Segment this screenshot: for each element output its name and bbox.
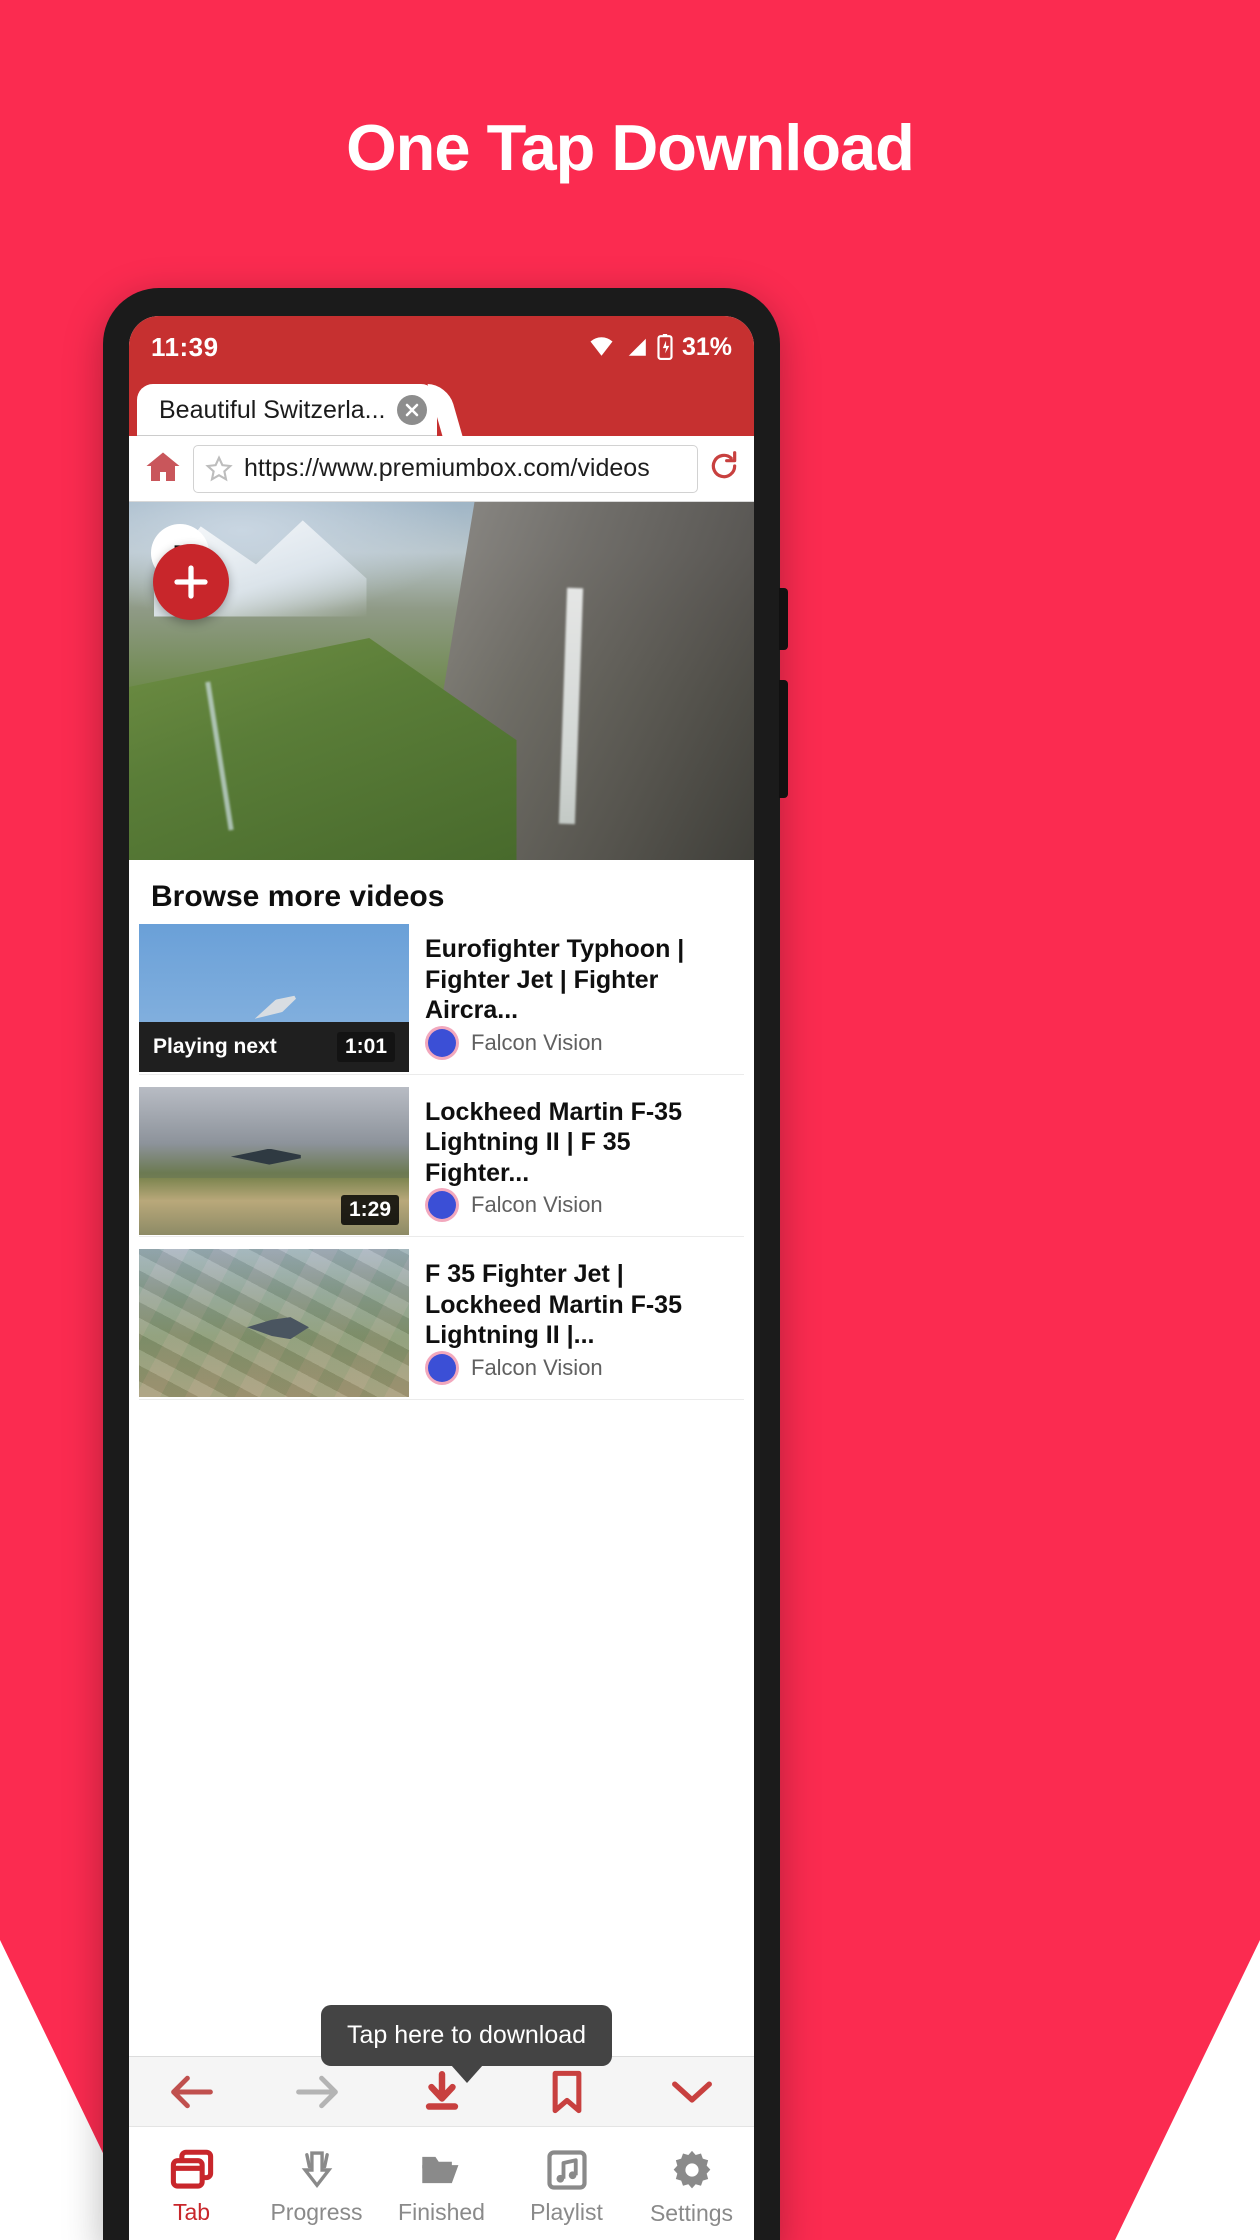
channel-name: Falcon Vision	[471, 1192, 603, 1217]
tabs-icon	[170, 2149, 213, 2189]
sidebar-item-label: Settings	[649, 2200, 734, 2226]
browse-heading: Browse more videos	[129, 860, 754, 924]
sidebar-item-tab[interactable]: Tab	[129, 2127, 254, 2240]
phone-screen: 11:39 31% Beautiful Switzerla... https:/…	[129, 316, 754, 2240]
status-time: 11:39	[151, 331, 219, 362]
channel-row[interactable]: Falcon Vision	[425, 1188, 732, 1236]
channel-name: Falcon Vision	[471, 1354, 603, 1380]
video-meta: Lockheed Martin F-35 Lightning II | F 35…	[409, 1087, 744, 1237]
avatar	[425, 1188, 459, 1222]
video-title[interactable]: F 35 Fighter Jet | Lockheed Martin F-35 …	[425, 1259, 732, 1351]
video-duration: 1:29	[340, 1194, 399, 1225]
table-row[interactable]: Playing next 1:01 Eurofighter Typhoon | …	[139, 924, 744, 1075]
video-meta: F 35 Fighter Jet | Lockheed Martin F-35 …	[409, 1249, 744, 1399]
status-bar: 11:39 31%	[129, 316, 754, 378]
download-tooltip: Tap here to download	[321, 2005, 613, 2066]
add-download-button[interactable]	[153, 544, 229, 620]
sidebar-item-finished[interactable]: Finished	[379, 2127, 504, 2240]
address-bar[interactable]: https://www.premiumbox.com/videos	[129, 436, 754, 502]
music-list-icon	[546, 2150, 587, 2190]
browser-tab[interactable]: Beautiful Switzerla...	[137, 384, 437, 436]
video-thumbnail[interactable]: 1:29	[139, 1086, 409, 1235]
bookmarks-button[interactable]	[504, 2070, 629, 2114]
sidebar-item-label: Tab	[172, 2199, 211, 2225]
chevron-down-icon	[671, 2080, 712, 2103]
battery-percent: 31%	[681, 332, 732, 361]
sidebar-item-settings[interactable]: Settings	[629, 2127, 754, 2240]
playing-next-badge: Playing next	[153, 1035, 277, 1058]
video-duration: 1:01	[336, 1032, 395, 1062]
channel-name: Falcon Vision	[471, 1029, 603, 1055]
channel-row[interactable]: Falcon Vision	[425, 1350, 732, 1399]
bookmark-icon	[552, 2070, 581, 2113]
browser-nav-bar	[129, 2056, 754, 2126]
forward-button[interactable]	[254, 2072, 379, 2112]
page-title: One Tap Download	[346, 111, 915, 184]
power-button[interactable]	[779, 588, 788, 650]
sidebar-item-label: Finished	[398, 2199, 485, 2225]
close-icon[interactable]	[397, 395, 427, 425]
sidebar-item-label: Progress	[270, 2199, 363, 2225]
star-icon[interactable]	[204, 454, 234, 484]
phone-frame: 11:39 31% Beautiful Switzerla... https:/…	[103, 288, 788, 2240]
thumbnail-jet	[230, 1148, 301, 1165]
video-thumbnail[interactable]	[139, 1249, 409, 1397]
avatar	[425, 1350, 459, 1385]
video-meta: Eurofighter Typhoon | Fighter Jet | Figh…	[409, 924, 744, 1074]
download-button[interactable]	[379, 2070, 504, 2113]
table-row[interactable]: 1:29 Lockheed Martin F-35 Lightning II |…	[139, 1086, 744, 1237]
thumbnail-jet	[252, 991, 299, 1025]
volume-button[interactable]	[779, 680, 788, 798]
url-input[interactable]: https://www.premiumbox.com/videos	[193, 444, 698, 493]
collapse-button[interactable]	[629, 2075, 754, 2109]
battery-icon	[657, 334, 673, 360]
sidebar-item-playlist[interactable]: Playlist	[504, 2127, 629, 2240]
home-icon[interactable]	[145, 449, 181, 488]
sidebar-item-progress[interactable]: Progress	[254, 2127, 379, 2240]
video-title[interactable]: Lockheed Martin F-35 Lightning II | F 35…	[425, 1097, 732, 1189]
arrow-left-icon	[170, 2075, 213, 2108]
sidebar-item-label: Playlist	[530, 2199, 603, 2225]
browser-tabstrip: Beautiful Switzerla...	[129, 378, 754, 436]
hero-video[interactable]	[129, 502, 754, 860]
reload-icon[interactable]	[708, 450, 740, 487]
signal-icon	[625, 336, 647, 358]
folder-icon	[421, 2156, 458, 2184]
wifi-icon	[590, 337, 613, 356]
bottom-tab-bar: Tab Progress Finished Playlist Settings	[129, 2126, 754, 2240]
gear-icon	[673, 2150, 710, 2189]
avatar	[425, 1025, 459, 1060]
corner-wedge-right	[1115, 1940, 1260, 2240]
channel-row[interactable]: Falcon Vision	[425, 1025, 732, 1074]
video-thumbnail[interactable]: Playing next 1:01	[139, 924, 409, 1072]
arrow-right-icon	[295, 2075, 338, 2108]
download-progress-icon	[301, 2151, 332, 2188]
table-row[interactable]: F 35 Fighter Jet | Lockheed Martin F-35 …	[139, 1249, 744, 1400]
url-text: https://www.premiumbox.com/videos	[244, 454, 650, 482]
back-button[interactable]	[129, 2072, 254, 2112]
thumbnail-status-bar: Playing next 1:01	[139, 1022, 409, 1072]
status-icons: 31%	[588, 333, 732, 362]
video-title[interactable]: Eurofighter Typhoon | Fighter Jet | Figh…	[425, 934, 732, 1026]
browser-tab-title: Beautiful Switzerla...	[159, 395, 386, 424]
